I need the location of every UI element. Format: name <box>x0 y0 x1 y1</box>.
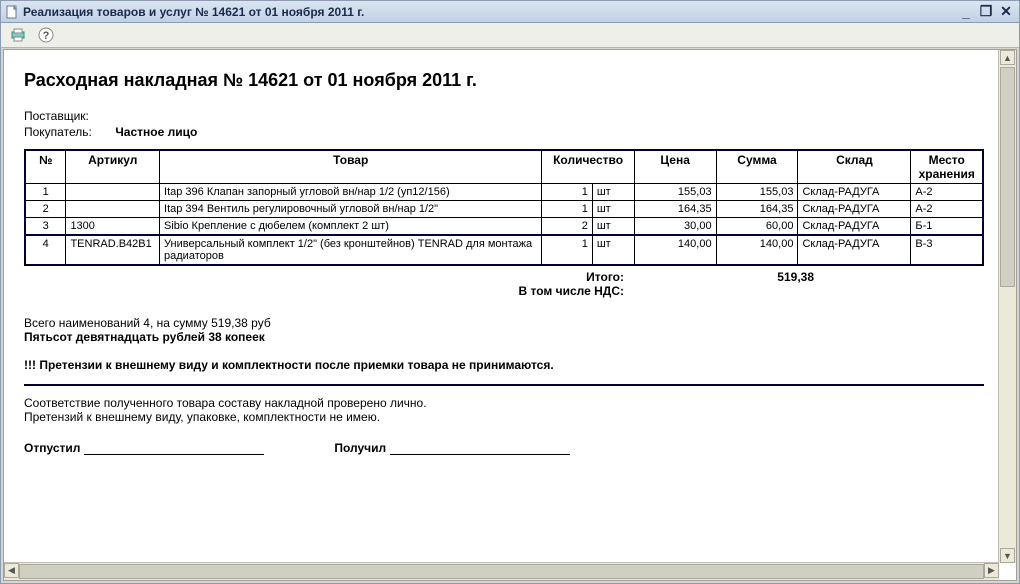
cell-n: 2 <box>25 201 66 218</box>
vertical-scrollbar[interactable]: ▲ ▼ <box>998 50 1016 563</box>
received-label: Получил <box>334 441 386 455</box>
cell-qty: 1 <box>542 201 592 218</box>
cell-sum: 60,00 <box>716 218 798 236</box>
confirm-line-1: Соответствие полученного товара составу … <box>24 396 979 410</box>
vat-value <box>734 284 984 298</box>
notes-block: Всего наименований 4, на сумму 519,38 ру… <box>24 316 979 372</box>
cell-location: Б-1 <box>911 218 983 236</box>
warning-line: !!! Претензии к внешнему виду и комплект… <box>24 358 979 372</box>
col-article: Артикул <box>66 150 160 184</box>
cell-sum: 155,03 <box>716 184 798 201</box>
help-button[interactable]: ? <box>35 24 57 46</box>
signatures-row: Отпустил Получил <box>24 440 984 455</box>
cell-article <box>66 201 160 218</box>
cell-price: 140,00 <box>634 235 716 265</box>
table-row: 1Itap 396 Клапан запорный угловой вн/нар… <box>25 184 983 201</box>
scroll-left-arrow-icon[interactable]: ◀ <box>4 563 19 578</box>
cell-n: 3 <box>25 218 66 236</box>
col-location: Место хранения <box>911 150 983 184</box>
horizontal-scrollbar[interactable]: ◀ ▶ <box>4 562 999 580</box>
toolbar: ? <box>1 23 1019 48</box>
cell-product: Itap 396 Клапан запорный угловой вн/нар … <box>160 184 542 201</box>
buyer-line: Покупатель: Частное лицо <box>24 125 979 139</box>
separator-line <box>24 382 984 386</box>
supplier-line: Поставщик: <box>24 109 979 123</box>
buyer-value: Частное лицо <box>115 125 197 139</box>
released-label: Отпустил <box>24 441 80 455</box>
cell-price: 30,00 <box>634 218 716 236</box>
maximize-button[interactable]: ❐ <box>977 4 995 20</box>
col-price: Цена <box>634 150 716 184</box>
col-n: № <box>25 150 66 184</box>
cell-qty: 2 <box>542 218 592 236</box>
vertical-scroll-thumb[interactable] <box>1000 67 1015 287</box>
invoice-document: Расходная накладная № 14621 от 01 ноября… <box>4 50 999 475</box>
titlebar[interactable]: Реализация товаров и услуг № 14621 от 01… <box>1 1 1019 23</box>
table-header-row: № Артикул Товар Количество Цена Сумма Ск… <box>25 150 983 184</box>
svg-text:?: ? <box>43 30 50 42</box>
cell-price: 164,35 <box>634 201 716 218</box>
cell-article <box>66 184 160 201</box>
scroll-right-arrow-icon[interactable]: ▶ <box>984 563 999 578</box>
table-row: 2 Itap 394 Вентиль регулировочный угловой… <box>25 201 983 218</box>
horizontal-scroll-thumb[interactable] <box>19 564 984 579</box>
document-heading: Расходная накладная № 14621 от 01 ноября… <box>24 70 979 91</box>
minimize-button[interactable]: _ <box>957 4 975 20</box>
content-area: Расходная накладная № 14621 от 01 ноября… <box>3 49 1017 581</box>
cell-unit: шт <box>592 201 634 218</box>
document-icon <box>5 5 19 19</box>
cell-location: В-3 <box>911 235 983 265</box>
received-line <box>390 440 570 455</box>
items-table: № Артикул Товар Количество Цена Сумма Ск… <box>24 149 984 266</box>
count-sum-line: Всего наименований 4, на сумму 519,38 ру… <box>24 316 979 330</box>
col-warehouse: Склад <box>798 150 911 184</box>
cell-warehouse: Склад-РАДУГА <box>798 235 911 265</box>
cell-location: А-2 <box>911 201 983 218</box>
totals-block: Итого: 519,38 В том числе НДС: <box>24 270 984 298</box>
received-signature: Получил <box>334 440 570 455</box>
confirmation-block: Соответствие полученного товара составу … <box>24 396 979 424</box>
cell-product: Itap 394 Вентиль регулировочный угловой … <box>160 201 542 218</box>
table-row: 4TENRAD.B42B1Универсальный комплект 1/2"… <box>25 235 983 265</box>
released-line <box>84 440 264 455</box>
col-product: Товар <box>160 150 542 184</box>
cell-article: TENRAD.B42B1 <box>66 235 160 265</box>
supplier-label: Поставщик: <box>24 109 112 123</box>
cell-sum: 164,35 <box>716 201 798 218</box>
table-row: 31300Sibio Крепление с дюбелем (комплект… <box>25 218 983 236</box>
cell-unit: шт <box>592 218 634 236</box>
total-value: 519,38 <box>734 270 984 284</box>
document-viewport[interactable]: Расходная накладная № 14621 от 01 ноября… <box>4 50 999 563</box>
col-sum: Сумма <box>716 150 798 184</box>
sum-in-words: Пятьсот девятнадцать рублей 38 копеек <box>24 330 979 344</box>
cell-warehouse: Склад-РАДУГА <box>798 218 911 236</box>
total-label: Итого: <box>24 270 734 284</box>
cell-price: 155,03 <box>634 184 716 201</box>
cell-n: 1 <box>25 184 66 201</box>
col-qty: Количество <box>542 150 634 184</box>
vat-label: В том числе НДС: <box>24 284 734 298</box>
released-signature: Отпустил <box>24 440 264 455</box>
scroll-down-arrow-icon[interactable]: ▼ <box>1000 548 1015 563</box>
cell-n: 4 <box>25 235 66 265</box>
cell-qty: 1 <box>542 235 592 265</box>
buyer-label: Покупатель: <box>24 125 112 139</box>
cell-unit: шт <box>592 235 634 265</box>
cell-location: А-2 <box>911 184 983 201</box>
cell-article: 1300 <box>66 218 160 236</box>
confirm-line-2: Претензий к внешнему виду, упаковке, ком… <box>24 410 979 424</box>
window-title: Реализация товаров и услуг № 14621 от 01… <box>23 5 364 19</box>
cell-product: Sibio Крепление с дюбелем (комплект 2 шт… <box>160 218 542 236</box>
cell-product: Универсальный комплект 1/2" (без кронште… <box>160 235 542 265</box>
cell-warehouse: Склад-РАДУГА <box>798 184 911 201</box>
app-window: Реализация товаров и услуг № 14621 от 01… <box>0 0 1020 584</box>
cell-sum: 140,00 <box>716 235 798 265</box>
cell-warehouse: Склад-РАДУГА <box>798 201 911 218</box>
cell-unit: шт <box>592 184 634 201</box>
close-button[interactable]: ✕ <box>997 4 1015 20</box>
scroll-up-arrow-icon[interactable]: ▲ <box>1000 50 1015 65</box>
print-button[interactable] <box>7 24 29 46</box>
cell-qty: 1 <box>542 184 592 201</box>
